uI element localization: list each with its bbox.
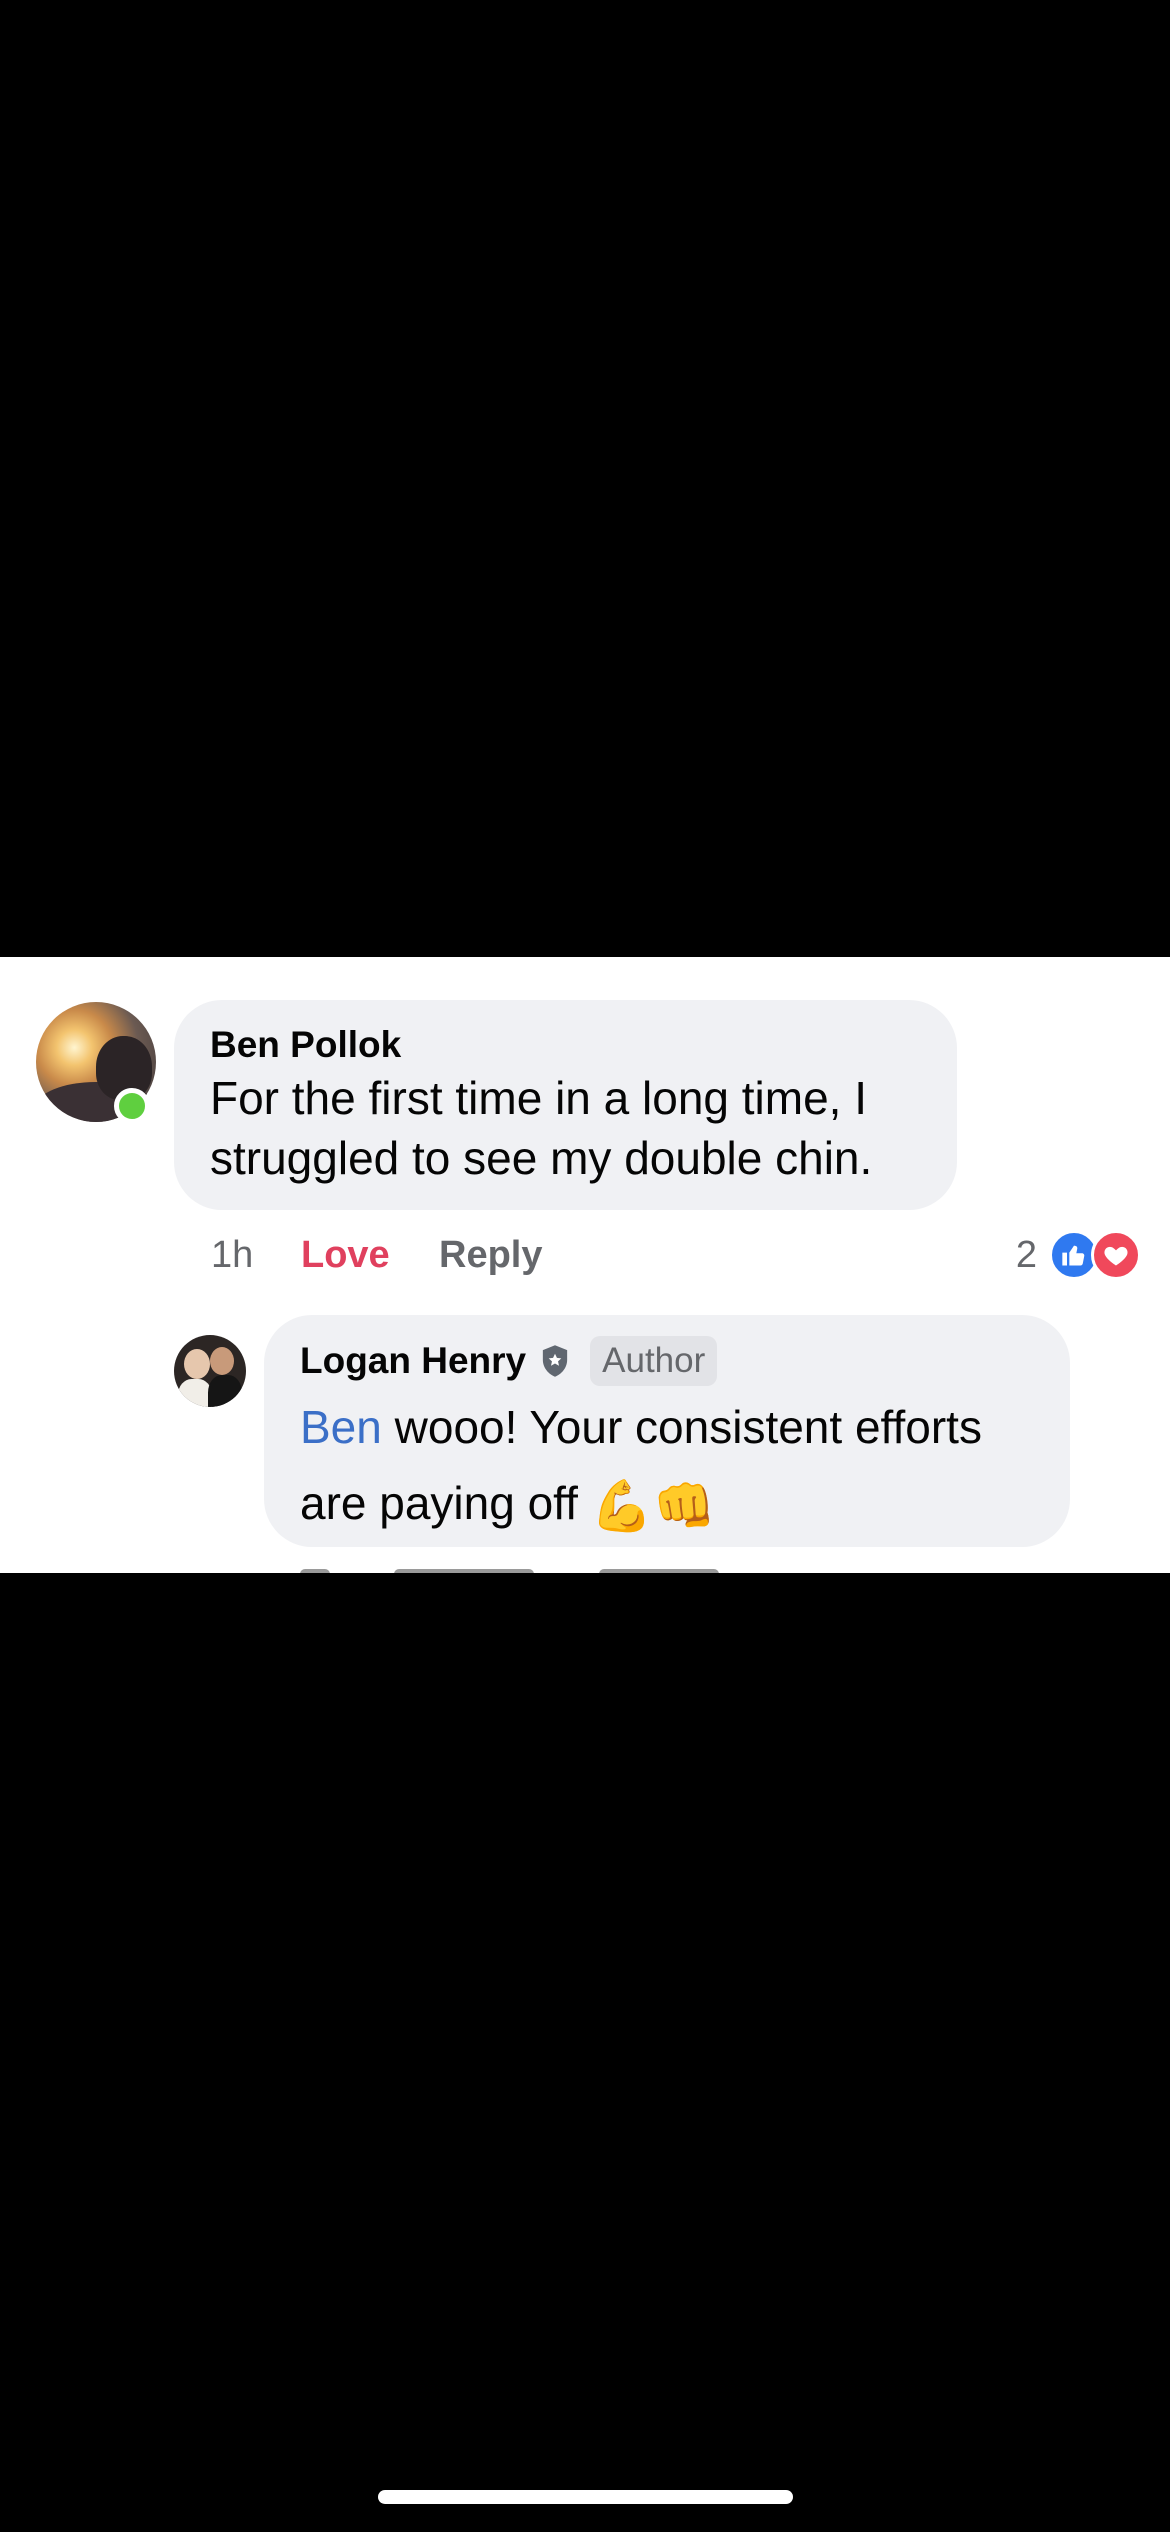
reaction-count: 2 — [1015, 1233, 1037, 1276]
video-area-bottom — [0, 1573, 1170, 2532]
home-indicator[interactable] — [378, 2490, 793, 2504]
reply-actions-cutoff — [300, 1563, 800, 1573]
shield-icon — [540, 1344, 570, 1378]
reply-bubble[interactable]: Logan Henry Author Ben wooo! Your consis… — [264, 1315, 1070, 1547]
love-reaction-button[interactable]: Love — [301, 1234, 439, 1277]
mention-link[interactable]: Ben — [300, 1401, 382, 1453]
comment-bubble[interactable]: Ben Pollok For the first time in a long … — [174, 1000, 957, 1210]
author-badge: Author — [590, 1336, 718, 1386]
comment-author-name[interactable]: Ben Pollok — [210, 1022, 921, 1068]
comment-actions: 1h Love Reply 2 — [211, 1215, 1141, 1295]
reply-header: Logan Henry Author — [300, 1335, 1034, 1387]
online-status-dot — [114, 1088, 150, 1124]
reply-text: Ben wooo! Your consistent efforts are pa… — [300, 1389, 1034, 1544]
avatar-logan-henry[interactable] — [174, 1335, 246, 1407]
video-area-top — [0, 0, 1170, 957]
reply-button[interactable]: Reply — [439, 1234, 542, 1277]
flexed-biceps-and-fist-emoji: 💪👊 — [590, 1478, 716, 1534]
heart-icon — [1091, 1230, 1141, 1280]
comment-thread: Ben Pollok For the first time in a long … — [0, 957, 1170, 1573]
reaction-summary[interactable]: 2 — [1016, 1229, 1141, 1281]
comment-text: For the first time in a long time, I str… — [210, 1072, 873, 1184]
comment-timestamp[interactable]: 1h — [211, 1234, 301, 1277]
reply-author-name[interactable]: Logan Henry — [300, 1338, 526, 1384]
screen: Ben Pollok For the first time in a long … — [0, 0, 1170, 2532]
